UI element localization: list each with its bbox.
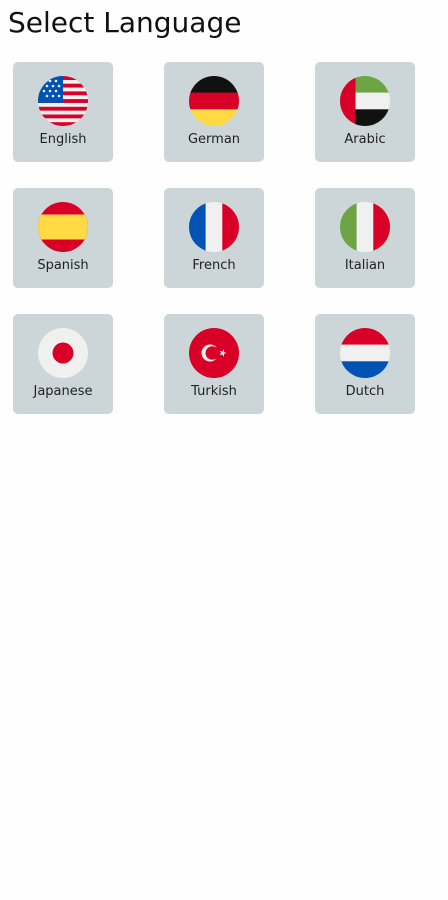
language-grid: English German Arabic Spanish French Ita…	[13, 62, 415, 414]
language-option-italian[interactable]: Italian	[315, 188, 415, 288]
language-option-dutch[interactable]: Dutch	[315, 314, 415, 414]
france-flag-icon	[189, 202, 239, 252]
language-label: Dutch	[345, 384, 385, 399]
language-option-french[interactable]: French	[164, 188, 264, 288]
language-label: Japanese	[33, 384, 93, 399]
japan-flag-icon	[38, 328, 88, 378]
language-option-arabic[interactable]: Arabic	[315, 62, 415, 162]
language-option-english[interactable]: English	[13, 62, 113, 162]
language-label: Italian	[344, 258, 386, 273]
uae-flag-icon	[340, 76, 390, 126]
language-option-japanese[interactable]: Japanese	[13, 314, 113, 414]
turkey-flag-icon	[189, 328, 239, 378]
netherlands-flag-icon	[340, 328, 390, 378]
italy-flag-icon	[340, 202, 390, 252]
language-option-german[interactable]: German	[164, 62, 264, 162]
spain-flag-icon	[38, 202, 88, 252]
language-option-spanish[interactable]: Spanish	[13, 188, 113, 288]
page-title: Select Language	[8, 6, 242, 39]
language-label: Arabic	[344, 132, 386, 147]
language-label: Turkish	[191, 384, 237, 399]
language-label: French	[192, 258, 236, 273]
language-option-turkish[interactable]: Turkish	[164, 314, 264, 414]
language-label: English	[39, 132, 87, 147]
language-label: Spanish	[37, 258, 89, 273]
germany-flag-icon	[189, 76, 239, 126]
us-flag-icon	[38, 76, 88, 126]
language-label: German	[187, 132, 241, 147]
